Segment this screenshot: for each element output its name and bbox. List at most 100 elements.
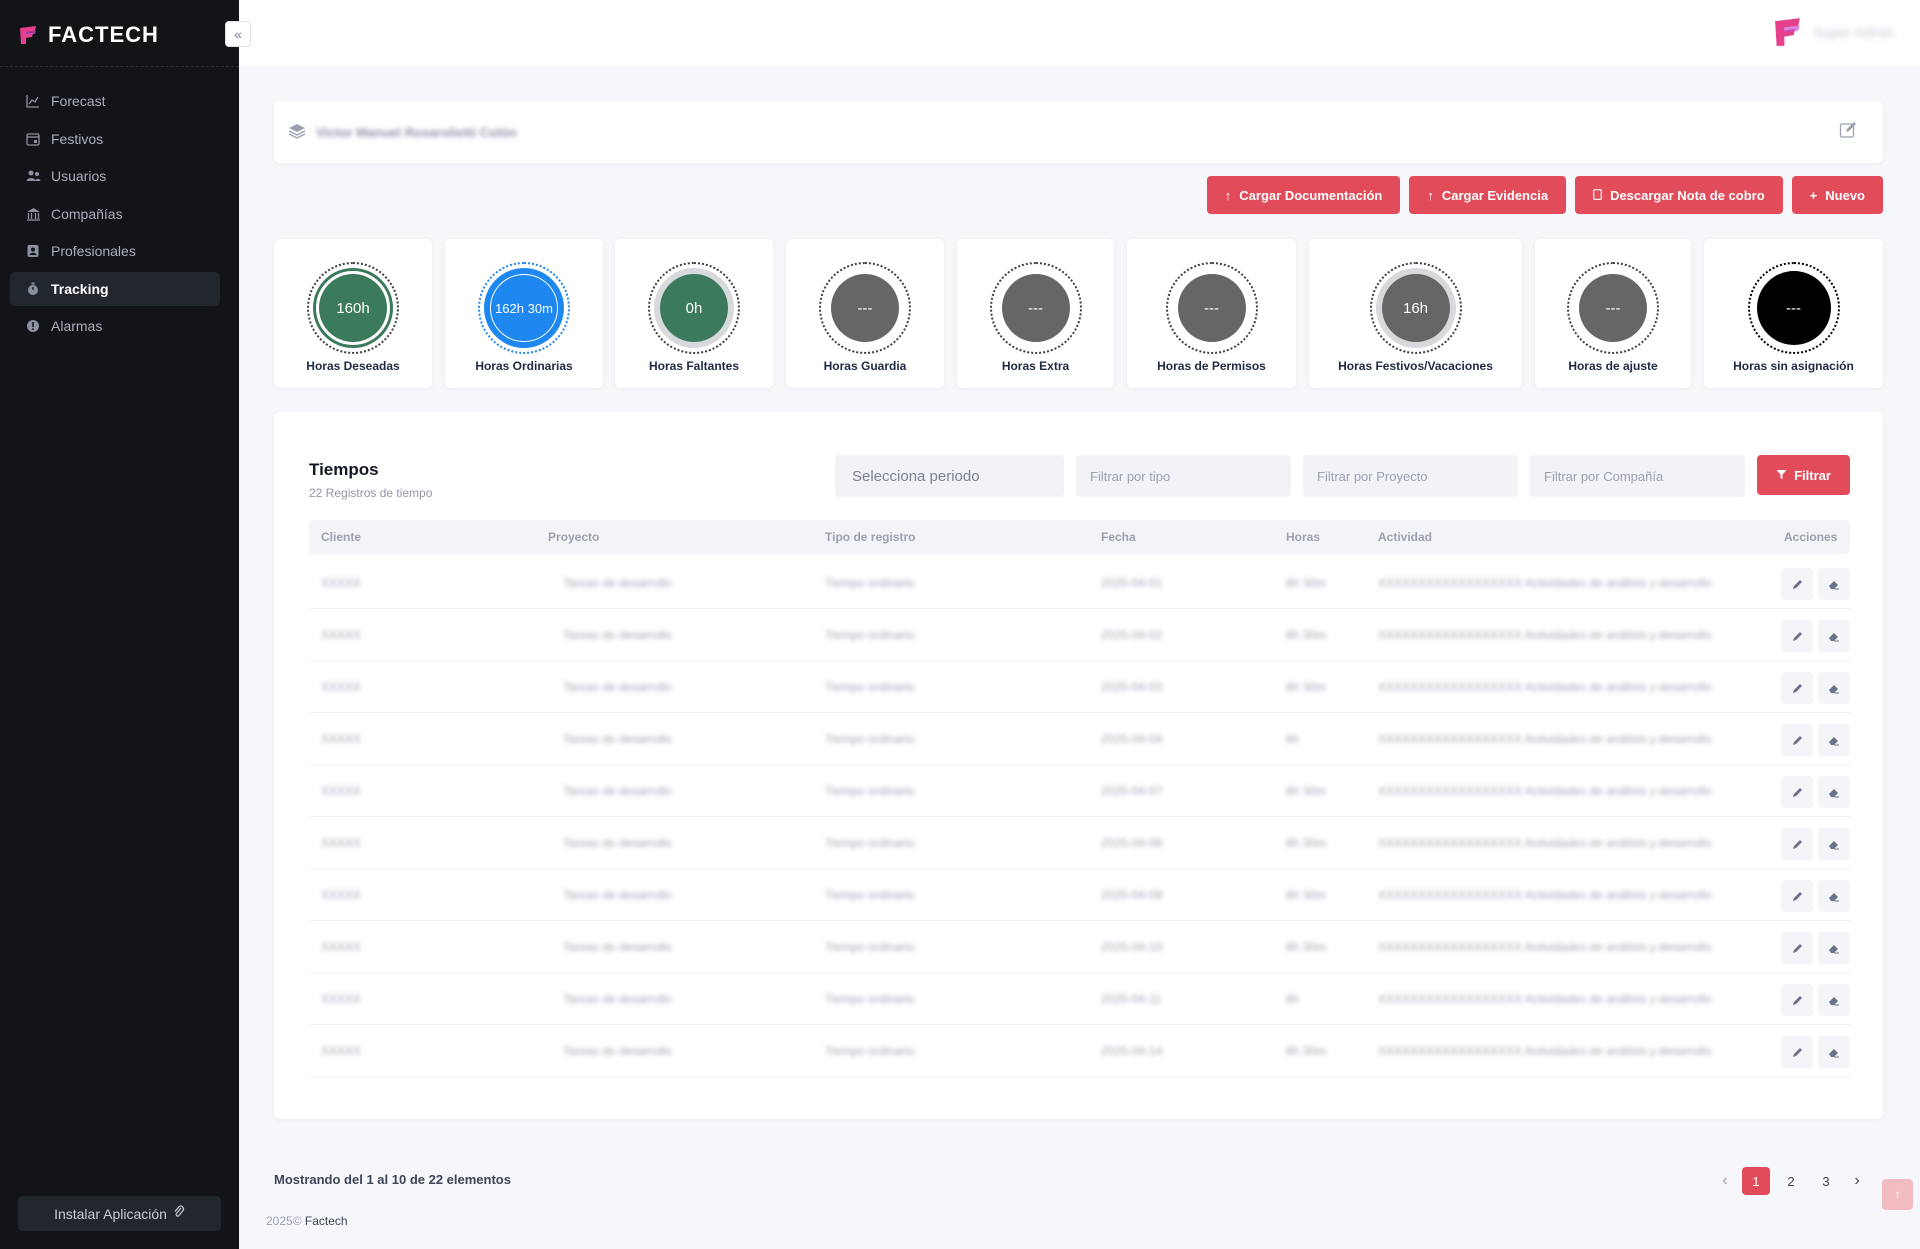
cell-proyecto: Tareas de desarrollo xyxy=(563,888,672,902)
cell-cliente: XXXXX xyxy=(321,784,362,798)
erase-row-button[interactable] xyxy=(1818,880,1850,912)
erase-row-button[interactable] xyxy=(1818,828,1850,860)
stat-value: 16h xyxy=(1381,274,1450,342)
cell-tipo: Tiempo ordinario xyxy=(825,888,915,902)
edit-row-button[interactable] xyxy=(1781,724,1813,756)
cell-actividad: XXXXXXXXXXXXXXXXXX Actividades de anális… xyxy=(1378,1044,1712,1058)
stat-ring: --- xyxy=(989,262,1082,354)
stat-label: Horas Guardia xyxy=(823,359,907,373)
edit-row-button[interactable] xyxy=(1781,568,1813,600)
install-app-button[interactable]: Instalar Aplicación xyxy=(18,1196,221,1231)
edit-icon[interactable] xyxy=(1839,121,1857,144)
stat-horas-extra: --- Horas Extra xyxy=(957,239,1114,388)
edit-row-button[interactable] xyxy=(1781,828,1813,860)
cell-horas: 8h 30m xyxy=(1286,1044,1327,1058)
edit-row-button[interactable] xyxy=(1781,776,1813,808)
arrow-up-icon: ↑ xyxy=(1224,187,1232,203)
cargar-documentacion-button[interactable]: ↑ Cargar Documentación xyxy=(1206,176,1401,214)
cell-actividad: XXXXXXXXXXXXXXXXXX Actividades de anális… xyxy=(1378,680,1712,694)
table-row: XXXXX Tareas de desarrollo Tiempo ordinari… xyxy=(309,1025,1850,1077)
calendar-icon xyxy=(25,131,41,147)
cell-cliente: XXXXX xyxy=(321,992,362,1006)
erase-row-button[interactable] xyxy=(1818,984,1850,1016)
erase-row-button[interactable] xyxy=(1818,620,1850,652)
next-page-icon[interactable]: › xyxy=(1847,1167,1867,1195)
cell-fecha: 2025-04-01 xyxy=(1101,576,1163,590)
prev-page-icon[interactable]: ‹ xyxy=(1715,1167,1735,1195)
nuevo-button[interactable]: + Nuevo xyxy=(1791,176,1883,214)
eraser-icon xyxy=(1829,892,1839,901)
col-actividad[interactable]: Actividad xyxy=(1378,530,1432,544)
erase-row-button[interactable] xyxy=(1818,724,1850,756)
topbar: Super Admin xyxy=(239,0,1920,66)
page-2[interactable]: 2 xyxy=(1777,1167,1805,1195)
edit-row-button[interactable] xyxy=(1781,880,1813,912)
paperclip-icon xyxy=(173,1205,185,1222)
building-icon xyxy=(25,206,41,222)
edit-row-button[interactable] xyxy=(1781,1036,1813,1068)
cell-cliente: XXXXX xyxy=(321,576,362,590)
project-filter[interactable]: Filtrar por Proyecto xyxy=(1303,455,1518,497)
cell-tipo: Tiempo ordinario xyxy=(825,784,915,798)
button-label: Cargar Documentación xyxy=(1239,187,1383,203)
erase-row-button[interactable] xyxy=(1818,1036,1850,1068)
col-tipo[interactable]: Tipo de registro xyxy=(825,530,915,544)
pagination-info: Mostrando del 1 al 10 de 22 elementos xyxy=(274,1172,511,1187)
stat-ring: 162h 30m xyxy=(478,262,570,354)
edit-row-button[interactable] xyxy=(1781,932,1813,964)
erase-row-button[interactable] xyxy=(1818,776,1850,808)
user-name: Super Admin xyxy=(1813,24,1894,40)
col-cliente[interactable]: Cliente xyxy=(321,530,361,544)
col-fecha[interactable]: Fecha xyxy=(1101,530,1136,544)
table-row: XXXXX Tareas de desarrollo Tiempo ordinari… xyxy=(309,869,1850,921)
stat-label: Horas Faltantes xyxy=(648,359,740,373)
cell-fecha: 2025-04-02 xyxy=(1101,628,1163,642)
filter-button[interactable]: Filtrar xyxy=(1757,455,1850,495)
page-1[interactable]: 1 xyxy=(1742,1167,1770,1195)
company-filter[interactable]: Filtrar por Compañía xyxy=(1530,455,1745,497)
edit-row-button[interactable] xyxy=(1781,672,1813,704)
pencil-icon xyxy=(1792,683,1802,693)
cell-actividad: XXXXXXXXXXXXXXXXXX Actividades de anális… xyxy=(1378,888,1712,902)
erase-row-button[interactable] xyxy=(1818,932,1850,964)
brand-logo[interactable]: FACTECH xyxy=(18,22,159,48)
user-menu[interactable]: Super Admin xyxy=(1772,14,1894,50)
sidebar-item-companias[interactable]: Compañías xyxy=(10,197,220,231)
pencil-icon xyxy=(1792,787,1802,797)
sidebar-item-label: Forecast xyxy=(51,93,106,109)
descargar-nota-button[interactable]: Descargar Nota de cobro xyxy=(1575,176,1783,214)
stat-value: --- xyxy=(831,274,899,342)
sidebar-item-tracking[interactable]: Tracking xyxy=(10,271,220,306)
edit-row-button[interactable] xyxy=(1781,984,1813,1016)
edit-row-button[interactable] xyxy=(1781,620,1813,652)
col-horas[interactable]: Horas xyxy=(1286,530,1320,544)
erase-row-button[interactable] xyxy=(1818,568,1850,600)
page-3[interactable]: 3 xyxy=(1812,1167,1840,1195)
table-row: XXXXX Tareas de desarrollo Tiempo ordinari… xyxy=(309,661,1850,713)
sidebar: FACTECH Forecast Festivos Usuarios Compa… xyxy=(0,0,239,1249)
stat-label: Horas Ordinarias xyxy=(475,359,573,373)
cargar-evidencia-button[interactable]: ↑ Cargar Evidencia xyxy=(1409,176,1567,214)
sidebar-item-profesionales[interactable]: Profesionales xyxy=(10,234,220,268)
col-proyecto[interactable]: Proyecto xyxy=(548,530,599,544)
erase-row-button[interactable] xyxy=(1818,672,1850,704)
scroll-top-button[interactable]: ↑ xyxy=(1882,1179,1913,1210)
cell-proyecto: Tareas de desarrollo xyxy=(563,836,672,850)
period-select[interactable]: Selecciona periodo xyxy=(835,455,1064,497)
stat-label: Horas de Permisos xyxy=(1157,359,1266,373)
sidebar-item-forecast[interactable]: Forecast xyxy=(10,84,220,118)
footer-brand: Factech xyxy=(304,1214,348,1228)
cell-cliente: XXXXX xyxy=(321,732,362,746)
cell-proyecto: Tareas de desarrollo xyxy=(563,680,672,694)
sidebar-item-usuarios[interactable]: Usuarios xyxy=(10,159,220,193)
table-row: XXXXX Tareas de desarrollo Tiempo ordinari… xyxy=(309,973,1850,1025)
alarm-icon xyxy=(25,318,41,334)
sidebar-item-alarmas[interactable]: Alarmas xyxy=(10,309,220,343)
cell-actividad: XXXXXXXXXXXXXXXXXX Actividades de anális… xyxy=(1378,940,1712,954)
cell-fecha: 2025-04-14 xyxy=(1101,1044,1163,1058)
type-filter[interactable]: Filtrar por tipo xyxy=(1076,455,1291,497)
pencil-icon xyxy=(1792,891,1802,901)
sidebar-item-festivos[interactable]: Festivos xyxy=(10,122,220,156)
sidebar-collapse-button[interactable]: « xyxy=(225,21,251,47)
stat-ring: --- xyxy=(1747,262,1840,354)
